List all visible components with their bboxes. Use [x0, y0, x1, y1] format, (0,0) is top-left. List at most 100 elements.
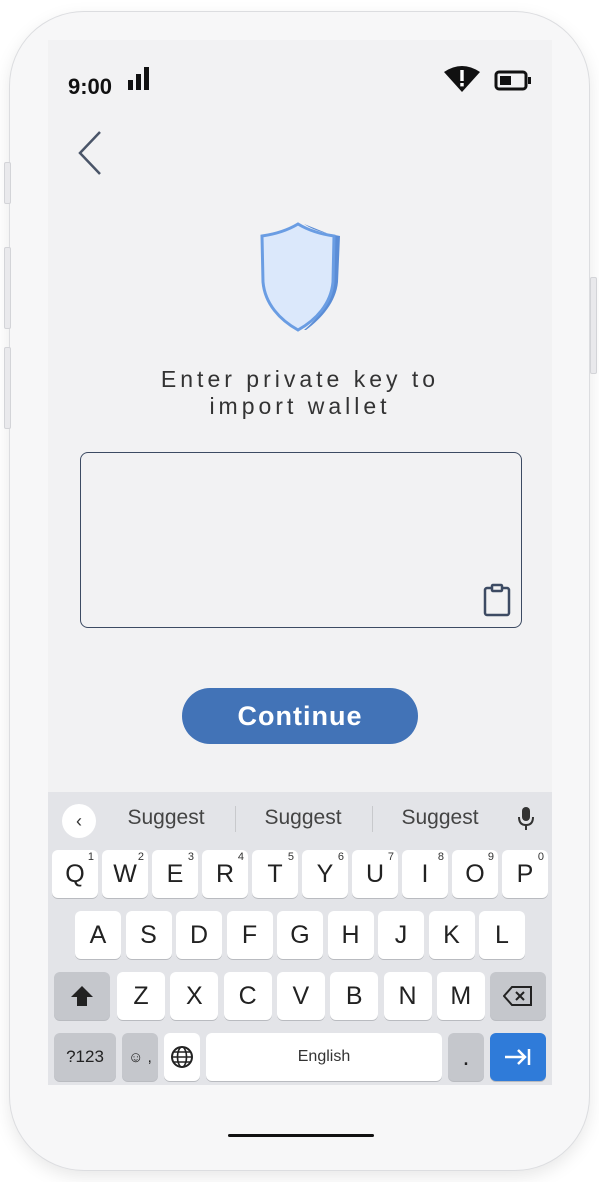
- key-label: S: [140, 920, 157, 949]
- key-number-hint: 2: [137, 851, 144, 863]
- key-label: A: [89, 920, 107, 949]
- key-label: J: [394, 920, 408, 949]
- key-label: Q: [65, 859, 85, 888]
- key-label: P: [516, 859, 534, 888]
- key-label: M: [450, 981, 472, 1010]
- key-number-hint: 5: [287, 851, 294, 863]
- key-label: H: [341, 920, 360, 949]
- key-v[interactable]: V: [276, 972, 325, 1020]
- key-label: T: [267, 859, 283, 888]
- wifi-alert-icon: [444, 66, 480, 92]
- backspace-key[interactable]: [490, 972, 546, 1020]
- suggestion-1[interactable]: Suggest: [106, 806, 226, 830]
- side-button-volume-up: [4, 247, 11, 329]
- key-label: B: [345, 981, 363, 1010]
- shift-key[interactable]: [54, 972, 110, 1020]
- key-label: V: [292, 981, 310, 1010]
- space-bar[interactable]: English: [206, 1033, 442, 1081]
- key-a[interactable]: A: [75, 911, 121, 959]
- backspace-icon: [503, 986, 532, 1006]
- on-screen-keyboard: ‹ Suggest Suggest Suggest ?123 ☺ , Engli…: [48, 792, 552, 1085]
- key-n[interactable]: N: [383, 972, 432, 1020]
- key-q[interactable]: Q1: [52, 850, 98, 898]
- key-label: O: [465, 859, 485, 888]
- suggestion-divider: [372, 806, 373, 832]
- key-label: K: [443, 920, 460, 949]
- key-number-hint: 6: [337, 851, 344, 863]
- status-time: 9:00: [68, 74, 113, 99]
- period-key[interactable]: .: [448, 1033, 484, 1081]
- globe-icon: [171, 1046, 193, 1068]
- key-label: E: [166, 859, 184, 888]
- key-j[interactable]: J: [378, 911, 424, 959]
- key-o[interactable]: O9: [452, 850, 498, 898]
- suggestion-2[interactable]: Suggest: [243, 806, 363, 830]
- key-z[interactable]: Z: [117, 972, 165, 1020]
- key-e[interactable]: E3: [152, 850, 198, 898]
- emoji-comma-key[interactable]: ☺ ,: [122, 1033, 158, 1081]
- key-r[interactable]: R4: [202, 850, 248, 898]
- clipboard-icon[interactable]: [483, 583, 511, 617]
- continue-button[interactable]: Continue: [182, 688, 418, 744]
- key-i[interactable]: I8: [402, 850, 448, 898]
- page-title-line2: import wallet: [209, 393, 391, 419]
- key-label: C: [238, 981, 257, 1010]
- language-key[interactable]: [164, 1033, 200, 1081]
- symbols-key[interactable]: ?123: [54, 1033, 116, 1081]
- next-key[interactable]: [490, 1033, 546, 1081]
- key-label: G: [290, 920, 310, 949]
- shield-icon: [260, 222, 340, 332]
- signal-icon: [128, 67, 149, 90]
- suggestion-3[interactable]: Suggest: [380, 806, 500, 830]
- key-l[interactable]: L: [479, 911, 525, 959]
- chevron-left-icon[interactable]: ‹: [62, 804, 96, 838]
- private-key-input[interactable]: [80, 452, 522, 628]
- key-b[interactable]: B: [330, 972, 379, 1020]
- key-f[interactable]: F: [226, 911, 273, 959]
- key-g[interactable]: G: [277, 911, 323, 959]
- battery-icon: [494, 70, 531, 91]
- key-label: N: [398, 981, 417, 1010]
- key-k[interactable]: K: [428, 911, 475, 959]
- key-number-hint: 0: [537, 851, 544, 863]
- key-h[interactable]: H: [327, 911, 374, 959]
- key-label: F: [241, 920, 258, 949]
- key-label: I: [421, 859, 429, 888]
- key-d[interactable]: D: [176, 911, 222, 959]
- key-label: D: [189, 920, 209, 949]
- key-p[interactable]: P0: [502, 850, 548, 898]
- side-button-left-top: [4, 162, 11, 204]
- suggestion-bar: ‹ Suggest Suggest Suggest: [48, 792, 552, 844]
- key-label: U: [365, 859, 385, 888]
- key-number-hint: 8: [437, 851, 444, 863]
- key-t[interactable]: T5: [252, 850, 298, 898]
- shift-icon: [71, 986, 93, 1006]
- chevron-left-icon[interactable]: [74, 128, 110, 178]
- screen: 9:00 Enter private key to import wallet …: [48, 40, 552, 1085]
- key-label: Z: [133, 981, 149, 1010]
- suggestion-divider: [235, 806, 236, 832]
- key-label: R: [215, 859, 235, 888]
- key-label: Y: [316, 859, 334, 888]
- home-indicator[interactable]: [228, 1134, 374, 1137]
- key-number-hint: 1: [87, 851, 94, 863]
- key-s[interactable]: S: [125, 911, 172, 959]
- key-label: L: [495, 920, 509, 949]
- key-number-hint: 3: [187, 851, 194, 863]
- side-button-power: [590, 277, 597, 374]
- key-y[interactable]: Y6: [302, 850, 348, 898]
- key-x[interactable]: X: [170, 972, 219, 1020]
- key-number-hint: 4: [237, 851, 244, 863]
- side-button-volume-down: [4, 347, 11, 429]
- key-m[interactable]: M: [436, 972, 485, 1020]
- key-c[interactable]: C: [223, 972, 272, 1020]
- key-number-hint: 9: [487, 851, 494, 863]
- page-title-line1: Enter private key to: [160, 366, 440, 392]
- microphone-icon[interactable]: [516, 806, 536, 832]
- key-label: W: [113, 859, 137, 888]
- key-w[interactable]: W2: [102, 850, 148, 898]
- key-u[interactable]: U7: [352, 850, 398, 898]
- key-label: X: [185, 981, 203, 1010]
- key-number-hint: 7: [387, 851, 394, 863]
- tab-arrow-icon: [505, 1049, 531, 1065]
